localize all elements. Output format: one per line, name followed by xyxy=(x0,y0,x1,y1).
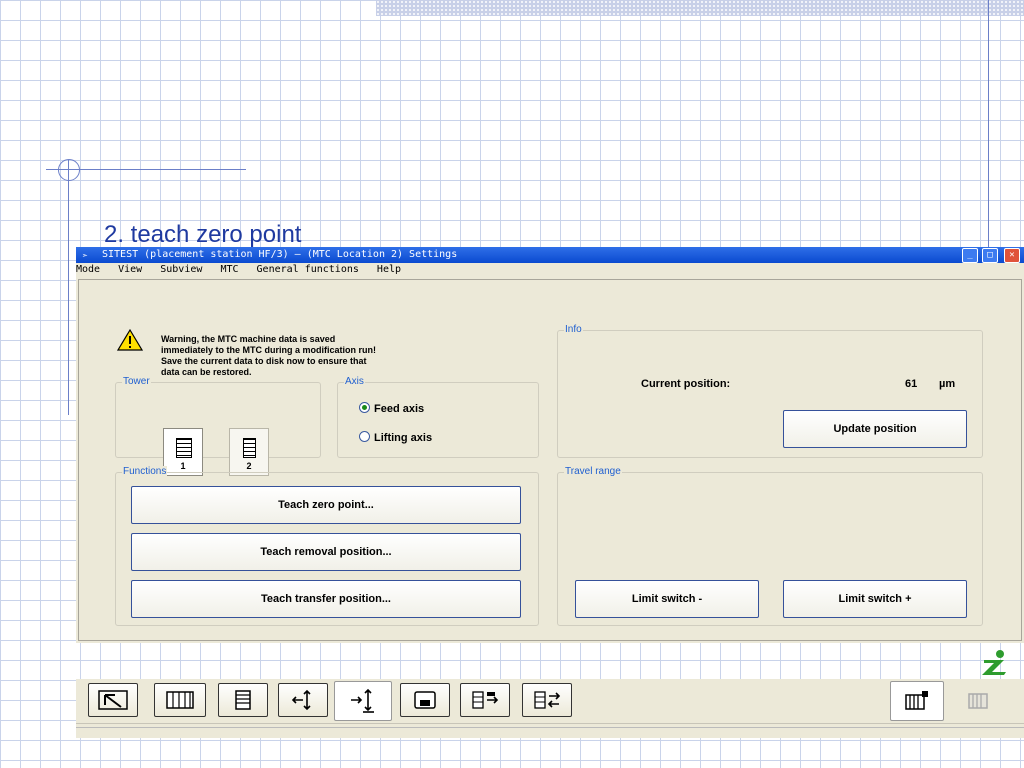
menu-bar: Mode View Subview MTC General functions … xyxy=(76,263,1024,277)
menu-help[interactable]: Help xyxy=(377,264,401,275)
slide-header-band xyxy=(376,0,1024,16)
tower-group: Tower xyxy=(115,376,321,458)
current-position-label: Current position: xyxy=(641,378,731,390)
info-icon[interactable] xyxy=(978,648,1012,676)
bottom-toolbar xyxy=(76,679,1024,738)
limit-switch-minus-button[interactable]: Limit switch - xyxy=(575,580,759,618)
transfer-icon xyxy=(534,691,561,709)
save-icon xyxy=(414,691,436,709)
tower-1-button[interactable]: 1 xyxy=(163,428,203,476)
teach-removal-position-button[interactable]: Teach removal position... xyxy=(131,533,521,571)
transfer-position-button[interactable] xyxy=(522,683,572,717)
removal-position-button[interactable] xyxy=(460,683,510,717)
table-icon xyxy=(166,691,194,709)
settings-panel: Warning, the MTC machine data is saved i… xyxy=(78,279,1022,641)
app-window: ➣ SITEST (placement station HF/3) – (MTC… xyxy=(76,247,1024,643)
magazine-button[interactable] xyxy=(890,681,944,721)
current-position-value: 61 xyxy=(905,378,918,390)
travel-range-group-label: Travel range xyxy=(564,466,622,478)
pointer-icon xyxy=(98,690,128,710)
teach-zero-point-button[interactable]: Teach zero point... xyxy=(131,486,521,524)
lifting-axis-radio[interactable]: Lifting axis xyxy=(359,431,432,444)
tower-icon xyxy=(243,438,256,458)
save-button[interactable] xyxy=(400,683,450,717)
menu-view[interactable]: View xyxy=(118,264,142,275)
info-group-label: Info xyxy=(564,324,583,336)
menu-general-functions[interactable]: General functions xyxy=(257,264,359,275)
feed-axis-radio[interactable]: Feed axis xyxy=(359,402,424,415)
update-position-button[interactable]: Update position xyxy=(783,410,967,448)
position-unit: µm xyxy=(939,378,956,390)
zero-point-icon xyxy=(351,688,374,713)
pointer-button[interactable] xyxy=(88,683,138,717)
teach-transfer-position-button[interactable]: Teach transfer position... xyxy=(131,580,521,618)
menu-mode[interactable]: Mode xyxy=(76,264,100,275)
toolbar-bottom-strip xyxy=(76,727,1024,738)
tower-group-label: Tower xyxy=(122,376,151,388)
warning-icon xyxy=(117,328,143,351)
close-button[interactable]: ✕ xyxy=(1004,248,1020,263)
app-icon: ➣ xyxy=(82,251,89,262)
magazine-disabled-icon xyxy=(968,693,988,709)
axis-group-label: Axis xyxy=(344,376,365,388)
table-view-button[interactable] xyxy=(154,683,206,717)
maximize-button[interactable]: □ xyxy=(982,248,998,263)
radio-unselected-icon xyxy=(359,431,370,442)
slide-vertical-rule xyxy=(988,0,989,250)
warning-message: Warning, the MTC machine data is saved i… xyxy=(161,334,377,377)
tower-view-button[interactable] xyxy=(218,683,268,717)
slide-left-rule xyxy=(68,160,69,415)
axis-view-button[interactable] xyxy=(278,683,328,717)
window-title: SITEST (placement station HF/3) – (MTC L… xyxy=(102,249,458,260)
magazine-icon xyxy=(905,691,928,710)
slide-circle-ornament xyxy=(58,159,80,181)
tower-icon xyxy=(176,438,192,458)
teach-zero-point-tool-button[interactable] xyxy=(334,681,392,721)
title-bar[interactable]: ➣ SITEST (placement station HF/3) – (MTC… xyxy=(76,247,1024,263)
axis-icon xyxy=(291,689,311,711)
minimize-button[interactable]: _ xyxy=(962,248,978,263)
menu-mtc[interactable]: MTC xyxy=(220,264,238,275)
slide-title: 2. teach zero point xyxy=(104,221,302,248)
magazine-disabled-button[interactable] xyxy=(958,683,998,717)
tower-icon xyxy=(235,690,251,710)
removal-icon xyxy=(472,691,499,709)
tower-2-button[interactable]: 2 xyxy=(229,428,269,476)
functions-group-label: Functions xyxy=(122,466,168,478)
menu-subview[interactable]: Subview xyxy=(160,264,202,275)
radio-selected-icon xyxy=(359,402,370,413)
limit-switch-plus-button[interactable]: Limit switch + xyxy=(783,580,967,618)
axis-group: Axis xyxy=(337,376,539,458)
toolbar-divider xyxy=(76,723,1024,724)
